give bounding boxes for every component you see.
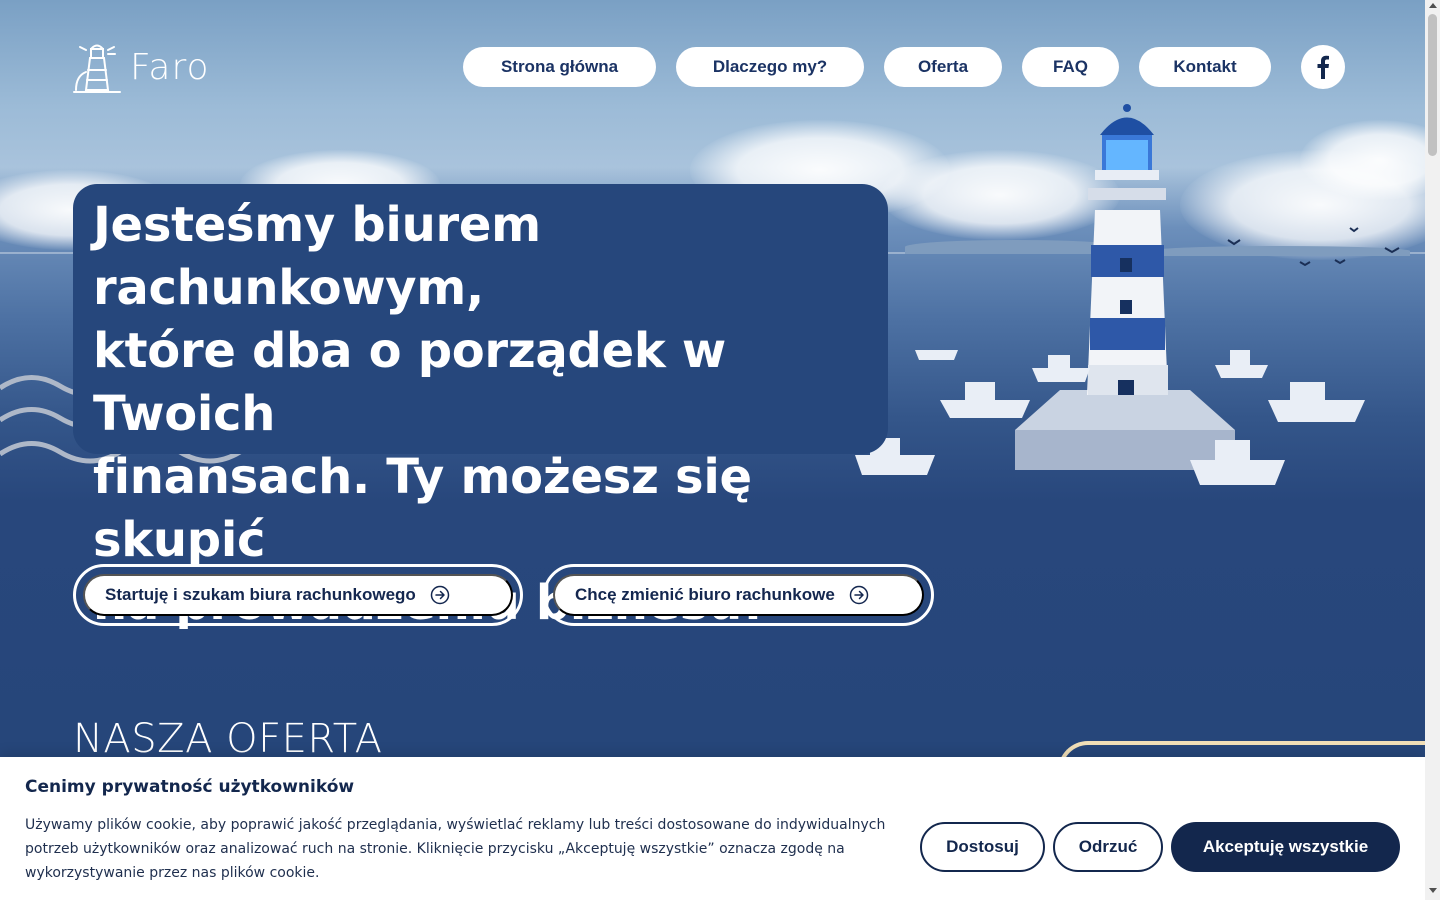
cookie-text-line: Używamy plików cookie, aby poprawić jako… [25,817,886,833]
cookie-reject-button[interactable]: Odrzuć [1053,822,1163,872]
nav-item-faq[interactable]: FAQ [1022,47,1119,87]
main-navigation: Strona główna Dlaczego my? Oferta FAQ Ko… [463,47,1271,87]
lighthouse-icon [73,44,121,93]
cta-start-button[interactable]: Startuję i szukam biura rachunkowego [83,574,513,616]
page-scrollbar[interactable] [1425,0,1440,900]
cookie-accept-button[interactable]: Akceptuję wszystkie [1171,822,1400,872]
brand-logo[interactable]: Faro [72,40,210,94]
headline-line: Jesteśmy biurem rachunkowym, [93,197,541,316]
nav-item-home[interactable]: Strona główna [463,47,656,87]
nav-item-why-us[interactable]: Dlaczego my? [676,47,864,87]
scroll-down-arrow-icon[interactable] [1429,888,1437,893]
page-viewport: Faro Strona główna Dlaczego my? Oferta F… [0,0,1425,900]
cta-change-button[interactable]: Chcę zmienić biuro rachunkowe [553,574,924,616]
cookie-customize-button[interactable]: Dostosuj [920,822,1045,872]
cookie-banner: Cenimy prywatność użytkowników Używamy p… [0,757,1425,900]
arrow-right-circle-icon [430,585,450,605]
arrow-right-circle-icon [849,585,869,605]
nav-item-contact[interactable]: Kontakt [1139,47,1271,87]
scroll-up-arrow-icon[interactable] [1429,3,1437,8]
cookie-title: Cenimy prywatność użytkowników [25,777,355,797]
facebook-icon [1317,55,1329,79]
cookie-description: Używamy plików cookie, aby poprawić jako… [25,813,895,885]
cookie-text-line: potrzeb użytkowników oraz analizować ruc… [25,841,845,857]
brand-name: Faro [130,46,210,88]
headline-line: finansach. Ty możesz się skupić [93,449,752,568]
offer-section-title: NASZA OFERTA [73,716,383,762]
facebook-link[interactable] [1301,45,1345,89]
cta-change-label: Chcę zmienić biuro rachunkowe [575,585,835,604]
cta-start-label: Startuję i szukam biura rachunkowego [105,585,416,604]
headline-line: które dba o porządek w Twoich [93,323,726,442]
scrollbar-thumb[interactable] [1428,14,1437,156]
nav-item-offer[interactable]: Oferta [884,47,1002,87]
cookie-text-line: wykorzystywanie przez nas plików cookie. [25,865,320,881]
